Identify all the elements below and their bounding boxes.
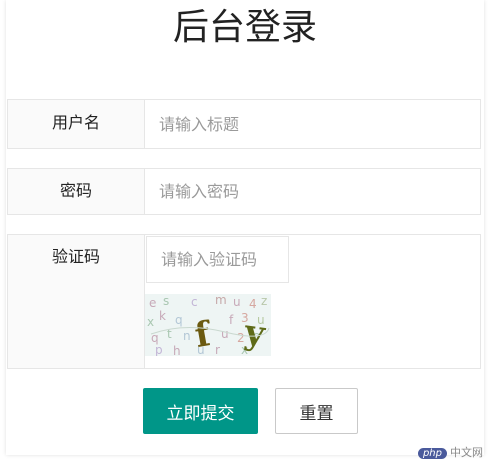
svg-text:r: r bbox=[215, 343, 220, 356]
captcha-image[interactable]: e s c m u 4 z x k q f 3 u q t n u 2 o p bbox=[145, 294, 271, 356]
svg-text:h: h bbox=[173, 344, 181, 356]
page-title: 后台登录 bbox=[172, 7, 317, 48]
svg-text:4: 4 bbox=[249, 297, 257, 311]
password-row: 密码 bbox=[7, 168, 481, 215]
svg-text:m: m bbox=[215, 294, 227, 307]
svg-text:x: x bbox=[147, 315, 154, 329]
svg-text:u: u bbox=[233, 295, 241, 309]
svg-text:q: q bbox=[175, 313, 183, 327]
password-label: 密码 bbox=[8, 169, 145, 214]
watermark-text: 中文网 bbox=[450, 446, 483, 459]
svg-text:s: s bbox=[163, 294, 169, 308]
captcha-label: 验证码 bbox=[8, 235, 145, 368]
php-logo-icon: php bbox=[417, 448, 447, 459]
svg-text:k: k bbox=[159, 309, 166, 323]
svg-text:u: u bbox=[221, 327, 229, 341]
username-input[interactable] bbox=[145, 100, 480, 148]
svg-text:z: z bbox=[261, 294, 267, 308]
username-label: 用户名 bbox=[8, 100, 145, 148]
svg-text:n: n bbox=[183, 329, 191, 343]
watermark: php 中文网 bbox=[417, 444, 483, 460]
svg-text:e: e bbox=[149, 296, 156, 310]
svg-text:c: c bbox=[191, 295, 198, 309]
username-row: 用户名 bbox=[7, 99, 481, 149]
login-card: 后台登录 用户名 密码 验证码 e s c m u 4 z x k q f 3 bbox=[6, 0, 484, 455]
submit-button[interactable]: 立即提交 bbox=[143, 388, 258, 434]
password-input[interactable] bbox=[145, 169, 480, 214]
captcha-input[interactable] bbox=[146, 236, 289, 283]
svg-text:p: p bbox=[155, 343, 163, 356]
reset-button[interactable]: 重置 bbox=[275, 388, 358, 434]
captcha-row: 验证码 e s c m u 4 z x k q f 3 u q t n u bbox=[7, 234, 481, 369]
